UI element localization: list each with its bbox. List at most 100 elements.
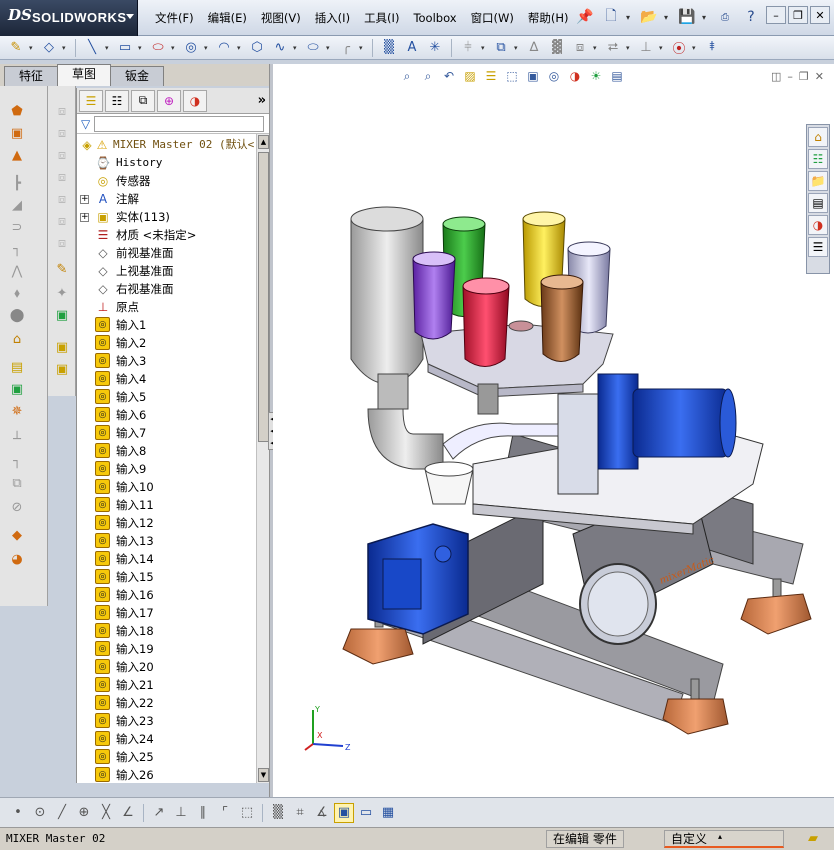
configuration-manager-tab-icon[interactable]: ⧉ bbox=[131, 89, 155, 112]
cross-break-icon[interactable]: ⬧ bbox=[8, 286, 26, 302]
tree-item[interactable]: ◇ 右视基准面 bbox=[77, 280, 270, 298]
tree-item[interactable]: ◎ 输入1 bbox=[77, 316, 270, 334]
hem-icon[interactable]: ⊃ bbox=[8, 220, 26, 236]
line-dropdown-icon[interactable]: ▾ bbox=[105, 44, 112, 52]
mixer-model[interactable]: mixerMatic bbox=[273, 64, 834, 797]
logo-menu-arrow-icon[interactable] bbox=[126, 14, 134, 19]
tree-item[interactable]: ◎ 输入16 bbox=[77, 586, 270, 604]
jog-icon[interactable]: ┐ bbox=[8, 242, 26, 258]
ellipse-icon[interactable]: ⬭ bbox=[303, 38, 323, 58]
tree-item[interactable]: ◎ 输入5 bbox=[77, 388, 270, 406]
convert-dropdown-icon[interactable]: ▾ bbox=[514, 44, 521, 52]
circle-icon[interactable]: ◎ bbox=[181, 38, 201, 58]
tree-item[interactable]: + A 注解 bbox=[77, 190, 270, 208]
scroll-down-icon[interactable]: ▼ bbox=[258, 768, 269, 782]
tab-feature-icon[interactable]: ⧈ bbox=[53, 126, 71, 142]
fold-icon[interactable]: ✵ bbox=[8, 404, 26, 420]
line-icon[interactable]: ╲ bbox=[82, 38, 102, 58]
expand-icon[interactable]: + bbox=[80, 195, 89, 204]
tree-item[interactable]: + ▣ 实体(113) bbox=[77, 208, 270, 226]
tree-item[interactable]: ◎ 输入17 bbox=[77, 604, 270, 622]
trim-dropdown-icon[interactable]: ▾ bbox=[481, 44, 488, 52]
relations-icon[interactable]: ⊥ bbox=[636, 38, 656, 58]
tree-item[interactable]: ☰ 材质 <未指定> bbox=[77, 226, 270, 244]
insert-bends-icon[interactable]: ⊘ bbox=[8, 500, 26, 516]
lofted-bend-icon[interactable]: ▲ bbox=[8, 148, 26, 164]
restore-icon[interactable]: ❐ bbox=[788, 6, 808, 24]
dimxpert-tab-icon[interactable]: ⊕ bbox=[157, 89, 181, 112]
forming-tool-icon[interactable]: ◕ bbox=[8, 552, 26, 568]
menu-window[interactable]: 窗口(W) bbox=[464, 10, 521, 26]
menu-edit[interactable]: 编辑(E) bbox=[201, 10, 254, 26]
sketch-on-face-icon[interactable]: ✎ bbox=[53, 262, 71, 278]
tree-item[interactable]: ◎ 输入24 bbox=[77, 730, 270, 748]
unfold-icon[interactable]: ▣ bbox=[8, 382, 26, 398]
smart-dimension-icon[interactable]: ◇ bbox=[39, 38, 59, 58]
parallel-tool-icon[interactable]: ∥ bbox=[193, 803, 213, 823]
arc-dropdown-icon[interactable]: ▾ bbox=[237, 44, 244, 52]
grid-snap-icon[interactable]: ▒ bbox=[268, 803, 288, 823]
rebuild-status-icon[interactable]: ▰ bbox=[808, 831, 818, 846]
close-icon[interactable]: ✕ bbox=[810, 6, 830, 24]
slot-dropdown-icon[interactable]: ▾ bbox=[171, 44, 178, 52]
tree-item[interactable]: ◎ 输入20 bbox=[77, 658, 270, 676]
rectangle-icon[interactable]: ▭ bbox=[115, 38, 135, 58]
tab-features[interactable]: 特征 bbox=[4, 66, 59, 86]
line-tool-icon[interactable]: ╱ bbox=[52, 803, 72, 823]
status-units[interactable]: 自定义 bbox=[664, 830, 784, 848]
extruded-cut-icon[interactable]: ◆ bbox=[8, 528, 26, 544]
fillet-icon[interactable]: ╭ bbox=[336, 38, 356, 58]
move-icon[interactable]: ⮂ bbox=[603, 38, 623, 58]
scroll-up-icon[interactable]: ▲ bbox=[258, 135, 269, 149]
menu-insert[interactable]: 插入(I) bbox=[308, 10, 357, 26]
tab-sheet-metal[interactable]: 钣金 bbox=[110, 66, 165, 86]
repair-dropdown-icon[interactable]: ▾ bbox=[692, 44, 699, 52]
expand-icon[interactable]: + bbox=[80, 213, 89, 222]
vent-icon[interactable]: ▤ bbox=[8, 360, 26, 376]
dashed-box-tool-icon[interactable]: ⬚ bbox=[237, 803, 257, 823]
circle-dropdown-icon[interactable]: ▾ bbox=[204, 44, 211, 52]
flip-tab-icon[interactable]: ▣ bbox=[53, 308, 71, 324]
miter-flange-icon[interactable]: ◢ bbox=[8, 198, 26, 214]
bend-feature-icon[interactable]: ⧈ bbox=[53, 148, 71, 164]
sketch-display-icon[interactable]: ▭ bbox=[356, 803, 376, 823]
open-icon[interactable]: 📂 bbox=[638, 6, 660, 28]
point-tool-icon[interactable]: • bbox=[8, 803, 28, 823]
no-bends-icon[interactable]: ┐ bbox=[8, 454, 26, 470]
tree-item[interactable]: ◇ 上视基准面 bbox=[77, 262, 270, 280]
pattern-dropdown-icon[interactable]: ▾ bbox=[593, 44, 600, 52]
welded-corner-icon[interactable]: ▣ bbox=[53, 340, 71, 356]
slot-icon[interactable]: ⬭ bbox=[148, 38, 168, 58]
menu-file[interactable]: 文件(F) bbox=[148, 10, 201, 26]
tree-item[interactable]: ◎ 输入19 bbox=[77, 640, 270, 658]
trim-icon[interactable]: ⫩ bbox=[458, 38, 478, 58]
property-manager-tab-icon[interactable]: ☷ bbox=[105, 89, 129, 112]
flatten-icon[interactable]: ┴ bbox=[8, 432, 26, 448]
tree-item[interactable]: ⌚ History bbox=[77, 154, 270, 172]
spline-icon[interactable]: ∿ bbox=[270, 38, 290, 58]
convert-to-sheet-metal-icon[interactable]: ▣ bbox=[8, 126, 26, 142]
save-icon[interactable]: 💾 bbox=[676, 6, 698, 28]
tree-item[interactable]: ◎ 输入8 bbox=[77, 442, 270, 460]
offset-icon[interactable]: ∆ bbox=[524, 38, 544, 58]
rectangle-dropdown-icon[interactable]: ▾ bbox=[138, 44, 145, 52]
tree-item[interactable]: ◇ 前视基准面 bbox=[77, 244, 270, 262]
tree-item[interactable]: ◎ 输入22 bbox=[77, 694, 270, 712]
gusset-icon[interactable]: ⧈ bbox=[53, 236, 71, 252]
corners-icon[interactable]: ⬤ bbox=[8, 308, 26, 324]
point-icon[interactable]: ✳ bbox=[425, 38, 445, 58]
tab-sketch[interactable]: 草图 bbox=[57, 64, 112, 86]
move-dropdown-icon[interactable]: ▾ bbox=[626, 44, 633, 52]
polygon-icon[interactable]: ⬡ bbox=[247, 38, 267, 58]
tree-item[interactable]: ◎ 输入15 bbox=[77, 568, 270, 586]
tree-item[interactable]: ◎ 输入13 bbox=[77, 532, 270, 550]
repair-icon[interactable]: ⦿ bbox=[669, 38, 689, 58]
polygon-tool-icon[interactable]: ⊕ bbox=[74, 803, 94, 823]
pin-icon[interactable]: 📌 bbox=[574, 6, 596, 28]
tree-item[interactable]: ◎ 传感器 bbox=[77, 172, 270, 190]
linear-pattern-icon[interactable]: ⧈ bbox=[570, 38, 590, 58]
dimension-dropdown-icon[interactable]: ▾ bbox=[62, 44, 69, 52]
fillet-dropdown-icon[interactable]: ▾ bbox=[359, 44, 366, 52]
new-document-icon[interactable]: 🗋 bbox=[600, 6, 622, 28]
angle-tool-icon[interactable]: ∠ bbox=[118, 803, 138, 823]
